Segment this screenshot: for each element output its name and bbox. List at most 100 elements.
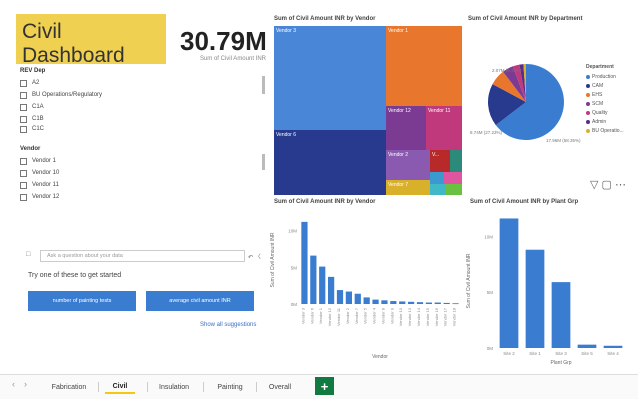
tab-separator [147,382,148,392]
tab-insulation[interactable]: Insulation [153,380,195,394]
pie-chart-title: Sum of Civil Amount INR by Department [468,16,583,22]
bar[interactable] [354,293,361,304]
vendor-option[interactable]: Vendor 1 [20,155,59,167]
x-tick-label: Site 1 [529,351,541,356]
legend-item[interactable]: EHS [586,90,624,99]
treemap-tile[interactable] [450,150,462,172]
qna-icon: □ [26,251,31,258]
tab-civil[interactable]: Civil [105,380,135,394]
treemap-tile[interactable]: Vendor 1 [386,26,462,106]
checkbox-icon[interactable] [20,91,27,99]
bar[interactable] [336,290,344,304]
rev-dep-option[interactable]: C1A [20,101,102,113]
treemap-tile[interactable]: Vendor 6 [274,130,386,195]
x-tick-label: Vendor 6 [309,307,314,324]
show-all-suggestions-link[interactable]: Show all suggestions [200,322,256,328]
tabs-next-icon[interactable]: › [24,379,27,389]
rev-dep-option[interactable]: BU Operations/Regulatory [20,89,102,101]
bar[interactable] [372,299,379,304]
x-tick-label: Vendor 8 [380,307,385,324]
treemap-tile[interactable]: Vendor 12 [386,106,426,150]
tab-overall[interactable]: Overall [262,380,298,394]
legend-item[interactable]: SCM [586,99,624,108]
legend-item[interactable]: BU Operatio... [586,126,624,135]
qna-suggestion-button[interactable]: average civil amount INR [146,291,254,311]
bar[interactable] [452,303,459,305]
qna-input[interactable]: Ask a question about your data [40,250,245,262]
bar[interactable] [381,300,388,304]
y-tick-label: 0M [291,302,298,307]
treemap-tile[interactable] [446,184,462,195]
bar[interactable] [577,344,597,348]
legend-item[interactable]: Quality [586,108,624,117]
y-axis-label: Sum of Civil Amount INR [466,253,472,308]
treemap-tile[interactable]: Vendor 11 [426,106,462,150]
pie-legend: Department Production CAM EHS SCM Qualit… [586,64,624,135]
filter-icon[interactable]: ▽ [590,179,598,191]
tab-painting[interactable]: Painting [210,380,250,394]
bar[interactable] [328,276,335,304]
checkbox-icon[interactable] [20,125,27,133]
treemap-tile[interactable]: V... [430,150,450,172]
checkbox-icon[interactable] [20,169,27,177]
bar[interactable] [319,266,326,304]
bar[interactable] [345,291,352,304]
vendor-option[interactable]: Vendor 12 [20,191,59,203]
treemap-tile[interactable]: Vendor 3 [274,26,386,130]
bar[interactable] [310,255,317,304]
vendor-option[interactable]: Vendor 10 [20,167,59,179]
rev-dep-option[interactable]: A2 [20,77,102,89]
qna-submit-icon[interactable]: ↶ 〈 [248,252,261,261]
legend-dot-icon [586,119,590,124]
tabs-prev-icon[interactable]: ‹ [12,379,15,389]
checkbox-icon[interactable] [20,115,27,123]
checkbox-icon[interactable] [20,193,27,201]
pie-chart[interactable]: 2.07M (6.72%) 8.74M (27.23%) 17.96M (58.… [464,30,589,170]
vendor-option[interactable]: Vendor 11 [20,179,59,191]
rev-dep-option[interactable]: C1C [20,125,102,133]
rev-dep-scrollbar[interactable] [262,76,265,94]
checkbox-icon[interactable] [20,181,27,189]
checkbox-icon[interactable] [20,79,27,87]
vendor-bar-chart[interactable]: Sum of Civil Amount INR 10M 5M 0MVendor 3 Ve… [268,208,464,364]
pie-legend-title: Department [586,64,614,70]
focus-mode-icon[interactable]: ▢ [602,179,612,191]
bar[interactable] [603,345,623,348]
bar[interactable] [416,302,424,304]
tab-fabrication[interactable]: Fabrication [45,380,93,394]
treemap-tile[interactable]: Vendor 2 [386,150,430,180]
treemap-tile[interactable] [430,172,444,184]
bar[interactable] [525,249,545,348]
tab-separator [98,382,99,392]
bar[interactable] [390,301,397,304]
qna-suggestion-button[interactable]: number of painting tests [28,291,136,311]
bar[interactable] [551,282,571,348]
legend-dot-icon [586,83,590,88]
x-tick-label: Vendor 4 [372,307,377,324]
bar[interactable] [301,221,308,304]
legend-item[interactable]: CAM [586,81,624,90]
legend-item[interactable]: Production [586,72,624,81]
vendor-scrollbar[interactable] [262,154,265,170]
legend-item[interactable]: Admin [586,117,624,126]
x-tick-label: Vendor 9 [389,307,394,324]
treemap-tile[interactable] [430,184,446,195]
rev-dep-option[interactable]: C1B [20,113,102,125]
bar[interactable] [443,302,450,304]
treemap-tile[interactable] [444,172,462,184]
bar[interactable] [399,301,406,304]
x-tick-label: Vendor 15 [425,307,430,326]
x-tick-label: Vendor 16 [434,307,439,326]
bar[interactable] [408,301,415,304]
bar[interactable] [499,218,519,348]
plant-bar-chart[interactable]: Sum of Civil Amount INR 10M 5M 0M Site 2 Site… [464,208,634,370]
more-options-icon[interactable]: ⋯ [615,179,626,191]
bar[interactable] [434,302,441,304]
bar[interactable] [363,297,370,304]
checkbox-icon[interactable] [20,103,27,111]
checkbox-icon[interactable] [20,157,27,165]
treemap-tile[interactable]: Vendor 7 [386,180,430,195]
bar[interactable] [425,302,432,304]
add-page-button[interactable]: + [315,377,334,395]
x-axis-label: Vendor [372,354,388,360]
